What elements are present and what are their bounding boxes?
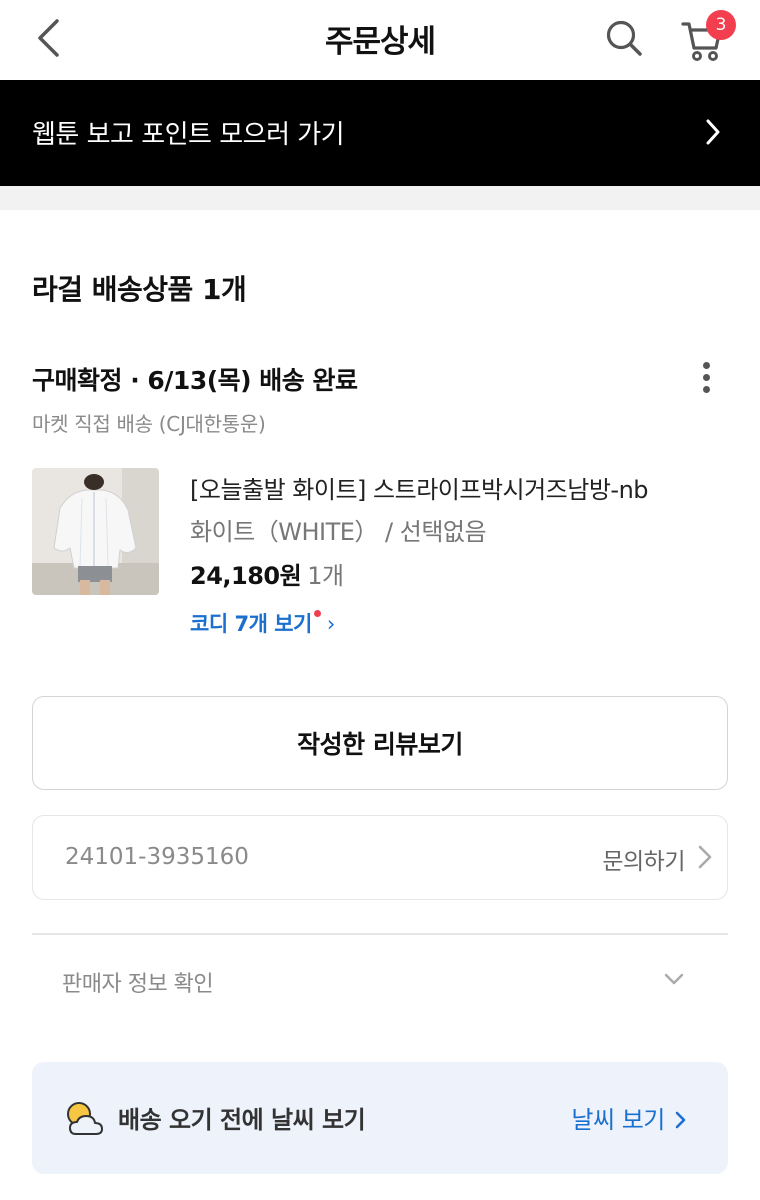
divider (32, 933, 728, 935)
more-options-button[interactable] (686, 356, 726, 398)
order-number-box: 24101-3935160 문의하기 (32, 815, 728, 900)
weather-link-label: 날씨 보기 (571, 1106, 665, 1134)
weather-icon (67, 1102, 103, 1135)
weather-prompt-text: 배송 오기 전에 날씨 보기 (118, 1106, 366, 1134)
chevron-down-icon (664, 973, 684, 985)
search-button[interactable] (598, 12, 650, 64)
view-review-button[interactable]: 작성한 리뷰보기 (32, 696, 728, 790)
cart-count-badge: 3 (706, 10, 736, 40)
product-price: 24,180원 (190, 562, 302, 590)
view-coordination-link[interactable]: 코디 7개 보기 › (190, 608, 335, 638)
search-icon (606, 20, 642, 56)
new-indicator-dot (313, 610, 321, 617)
product-name-link[interactable]: [오늘출발 화이트] 스트라이프박시거즈남방-nb (190, 470, 649, 505)
view-weather-link[interactable]: 날씨 보기 (571, 1100, 688, 1135)
product-image (32, 468, 159, 595)
chevron-right-icon (706, 119, 720, 145)
chevron-right-icon (698, 845, 712, 869)
delivery-section-title: 라걸 배송상품 1개 (32, 273, 247, 306)
more-vertical-icon (702, 361, 710, 369)
product-quantity: 1개 (307, 562, 344, 590)
price-row: 24,180원 1개 (190, 556, 344, 591)
shipping-carrier-info: 마켓 직접 배송 (CJ대한통운) (32, 412, 266, 436)
seller-info-label: 판매자 정보 확인 (62, 972, 214, 997)
top-app-bar: 주문상세 3 (0, 0, 760, 80)
codi-link-label: 코디 7개 보기 (190, 612, 312, 636)
inquiry-link[interactable]: 문의하기 (602, 842, 685, 876)
section-divider (0, 186, 760, 210)
weather-banner[interactable]: 배송 오기 전에 날씨 보기 날씨 보기 (32, 1062, 728, 1174)
product-thumbnail[interactable] (32, 468, 159, 595)
chevron-right-icon: › (326, 612, 335, 636)
webtoon-points-banner[interactable]: 웹툰 보고 포인트 모으러 가기 (0, 80, 760, 186)
seller-info-toggle[interactable]: 판매자 정보 확인 (32, 950, 728, 1014)
product-option: 화이트（WHITE） / 선택없음 (190, 518, 487, 546)
order-number: 24101-3935160 (65, 844, 249, 870)
order-status: 구매확정 · 6/13(목) 배송 완료 (32, 366, 358, 395)
cart-button[interactable]: 3 (676, 10, 736, 66)
banner-text: 웹툰 보고 포인트 모으러 가기 (32, 120, 345, 150)
chevron-right-icon (675, 1111, 686, 1129)
